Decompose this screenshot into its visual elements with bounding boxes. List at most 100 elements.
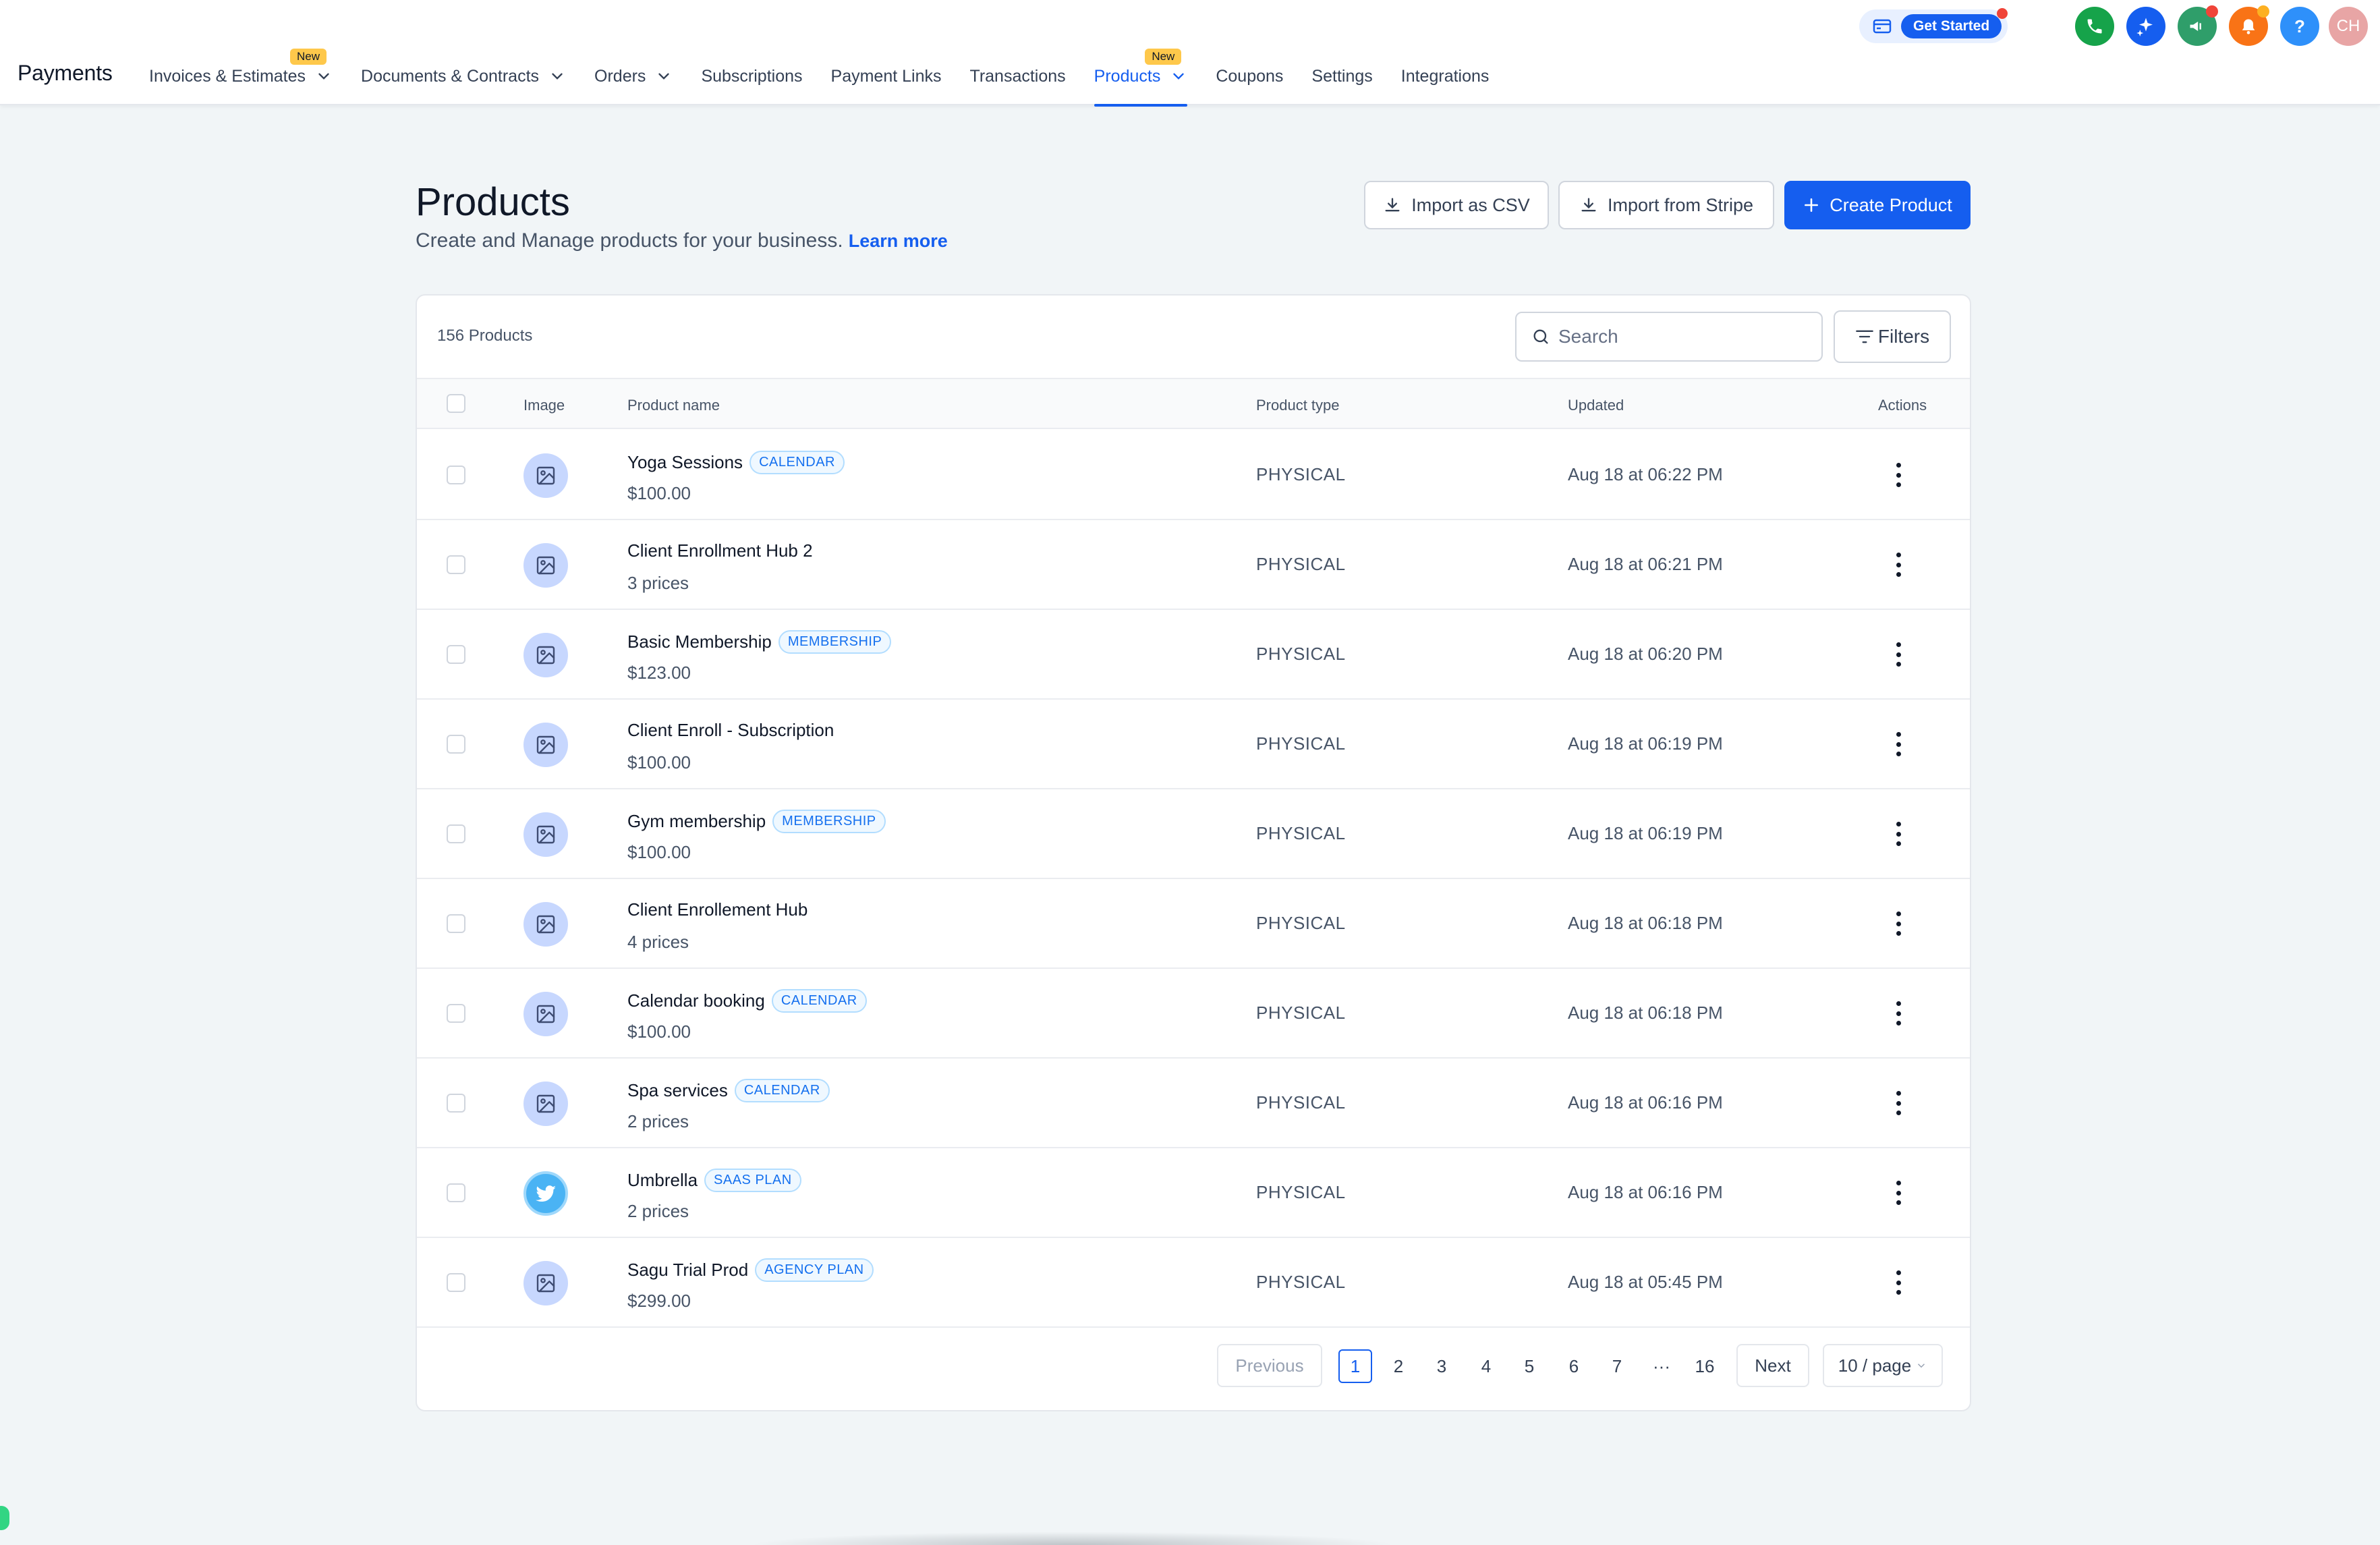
learn-more-link[interactable]: Learn more xyxy=(849,231,948,251)
more-actions-icon[interactable] xyxy=(1885,640,1912,669)
more-actions-icon[interactable] xyxy=(1885,999,1912,1028)
column-header-product-name[interactable]: Product name xyxy=(627,397,720,414)
table-row[interactable]: Client Enroll - Subscription $100.00 PHYSI… xyxy=(417,700,1970,789)
row-checkbox[interactable] xyxy=(447,914,465,933)
nav-tab-coupons[interactable]: Coupons xyxy=(1201,47,1297,105)
product-name[interactable]: Spa services xyxy=(627,1080,728,1101)
next-page-button[interactable]: Next xyxy=(1736,1344,1809,1387)
row-checkbox[interactable] xyxy=(447,1273,465,1292)
search-placeholder: Search xyxy=(1558,326,1618,347)
product-name[interactable]: Basic Membership xyxy=(627,631,772,652)
nav-tab-label: Transactions xyxy=(969,66,1066,86)
product-updated: Aug 18 at 06:16 PM xyxy=(1568,1092,1723,1113)
row-checkbox[interactable] xyxy=(447,824,465,843)
import-csv-button[interactable]: Import as CSV xyxy=(1364,181,1549,229)
avatar[interactable]: CH xyxy=(2329,7,2368,46)
page-number[interactable]: 5 xyxy=(1512,1349,1546,1383)
page-number[interactable]: 3 xyxy=(1425,1349,1458,1383)
table-row[interactable]: Spa services CALENDAR 2 prices PHYSICAL Aug … xyxy=(417,1059,1970,1148)
product-image xyxy=(523,633,568,677)
table-row[interactable]: Calendar booking CALENDAR $100.00 PHYSICAL A… xyxy=(417,969,1970,1059)
table-row[interactable]: Gym membership MEMBERSHIP $100.00 PHYSICAL A… xyxy=(417,789,1970,879)
product-name[interactable]: Client Enroll - Subscription xyxy=(627,720,834,741)
filters-button[interactable]: Filters xyxy=(1834,310,1951,363)
table-row[interactable]: Client Enrollment Hub 2 3 prices PHYSICAL A… xyxy=(417,520,1970,610)
notification-dot xyxy=(2257,5,2269,18)
product-price: $100.00 xyxy=(627,483,691,503)
product-name[interactable]: Yoga Sessions xyxy=(627,452,743,473)
row-checkbox[interactable] xyxy=(447,466,465,484)
page-number[interactable]: 2 xyxy=(1382,1349,1415,1383)
product-name[interactable]: Client Enrollement Hub xyxy=(627,899,808,920)
more-actions-icon[interactable] xyxy=(1885,909,1912,938)
more-actions-icon[interactable] xyxy=(1885,1088,1912,1118)
nav-tab-label: Settings xyxy=(1311,66,1373,86)
row-checkbox[interactable] xyxy=(447,645,465,664)
nav-tab-label: Integrations xyxy=(1400,66,1490,86)
page-number[interactable]: 1 xyxy=(1338,1349,1372,1383)
get-started-button[interactable]: Get Started xyxy=(1901,14,2002,38)
nav-tab-invoices-estimates[interactable]: Invoices & Estimates New xyxy=(135,47,347,105)
nav-tab-transactions[interactable]: Transactions xyxy=(955,47,1079,105)
more-actions-icon[interactable] xyxy=(1885,550,1912,580)
product-tag-badge: SAAS PLAN xyxy=(704,1169,801,1192)
nav-tab-payment-links[interactable]: Payment Links xyxy=(817,47,956,105)
nav-tab-integrations[interactable]: Integrations xyxy=(1387,47,1504,105)
image-placeholder-icon xyxy=(536,1094,555,1113)
megaphone-icon[interactable] xyxy=(2178,5,2218,46)
image-placeholder-icon xyxy=(536,735,555,754)
row-checkbox[interactable] xyxy=(447,555,465,574)
table-row[interactable]: Basic Membership MEMBERSHIP $123.00 PHYSICA… xyxy=(417,610,1970,700)
page-number[interactable]: 6 xyxy=(1557,1349,1591,1383)
table-row[interactable]: Yoga Sessions CALENDAR $100.00 PHYSICAL Aug … xyxy=(417,430,1970,520)
product-name[interactable]: Gym membership xyxy=(627,811,766,832)
product-type: PHYSICAL xyxy=(1256,1003,1346,1023)
product-name[interactable]: Sagu Trial Prod xyxy=(627,1260,748,1281)
help-icon[interactable]: ? xyxy=(2280,7,2319,46)
nav-tab-documents-contracts[interactable]: Documents & Contracts xyxy=(347,47,580,105)
product-name-cell: Umbrella SAAS PLAN xyxy=(627,1169,801,1192)
product-name[interactable]: Calendar booking xyxy=(627,990,765,1011)
product-type: PHYSICAL xyxy=(1256,1182,1346,1202)
page-size-select[interactable]: 10 / page xyxy=(1823,1344,1943,1387)
more-actions-icon[interactable] xyxy=(1885,1268,1912,1297)
product-name[interactable]: Client Enrollment Hub 2 xyxy=(627,540,813,561)
page-number[interactable]: 7 xyxy=(1600,1349,1634,1383)
more-actions-icon[interactable] xyxy=(1885,1178,1912,1208)
more-actions-icon[interactable] xyxy=(1885,819,1912,849)
product-name-cell: Client Enrollement Hub xyxy=(627,899,808,920)
row-checkbox[interactable] xyxy=(447,1094,465,1113)
row-checkbox[interactable] xyxy=(447,1183,465,1202)
card-icon xyxy=(1873,19,1892,34)
previous-page-button[interactable]: Previous xyxy=(1217,1344,1322,1387)
page-number[interactable]: 4 xyxy=(1469,1349,1503,1383)
page-ellipsis[interactable]: ··· xyxy=(1645,1349,1678,1383)
more-actions-icon[interactable] xyxy=(1885,729,1912,759)
row-checkbox[interactable] xyxy=(447,735,465,754)
product-name[interactable]: Umbrella xyxy=(627,1170,698,1191)
column-header-product-type[interactable]: Product type xyxy=(1256,397,1340,414)
get-started-widget[interactable]: Get Started xyxy=(1859,8,2008,43)
product-price: 2 prices xyxy=(627,1111,689,1131)
nav-tab-subscriptions[interactable]: Subscriptions xyxy=(687,47,816,105)
product-tag-badge: CALENDAR xyxy=(749,451,845,474)
nav-tab-orders[interactable]: Orders xyxy=(580,47,687,105)
search-input[interactable]: Search xyxy=(1515,312,1823,362)
phone-icon[interactable] xyxy=(2075,7,2114,46)
bell-icon[interactable] xyxy=(2229,5,2269,46)
table-row[interactable]: Client Enrollement Hub 4 prices PHYSICAL Au… xyxy=(417,879,1970,969)
nav-tab-settings[interactable]: Settings xyxy=(1297,47,1386,105)
page-number[interactable]: 16 xyxy=(1688,1349,1722,1383)
table-row[interactable]: Umbrella SAAS PLAN 2 prices PHYSICAL Aug 18 … xyxy=(417,1148,1970,1238)
sparkle-icon[interactable] xyxy=(2126,7,2165,46)
create-product-button[interactable]: Create Product xyxy=(1784,181,1971,229)
import-stripe-button[interactable]: Import from Stripe xyxy=(1558,181,1774,229)
bird-logo-icon xyxy=(536,1185,556,1202)
more-actions-icon[interactable] xyxy=(1885,460,1912,490)
column-header-updated[interactable]: Updated xyxy=(1568,397,1624,414)
row-checkbox[interactable] xyxy=(447,1004,465,1023)
select-all-checkbox[interactable] xyxy=(447,394,465,413)
table-row[interactable]: Sagu Trial Prod AGENCY PLAN $299.00 PHYSICA… xyxy=(417,1238,1970,1328)
filter-icon xyxy=(1856,330,1873,343)
nav-tab-products[interactable]: Products New xyxy=(1080,47,1202,107)
